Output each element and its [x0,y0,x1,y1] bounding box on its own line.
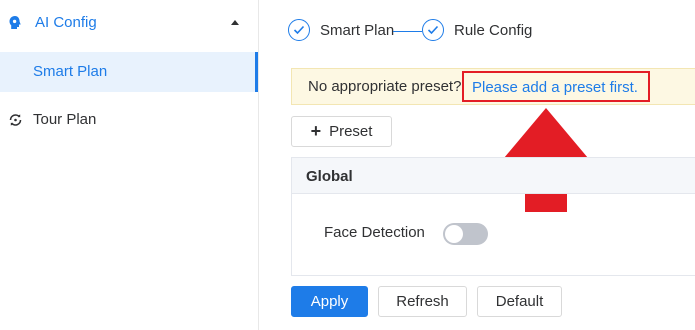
preset-notice: No appropriate preset? Please add a pres… [291,68,695,105]
step-label: Rule Config [454,21,533,39]
sidebar: AI Config Smart Plan Tour Plan [0,0,259,330]
panel-title: Global [306,168,353,185]
global-panel: Global Face Detection [291,157,695,276]
apply-button[interactable]: Apply [291,286,368,317]
step-rule-config[interactable]: Rule Config [422,16,532,44]
ai-head-icon [9,16,21,29]
sidebar-item-tour-plan[interactable]: Tour Plan [0,100,258,140]
check-circle-icon [288,19,310,41]
sidebar-item-label: Tour Plan [33,111,97,128]
add-preset-button[interactable]: + Preset [291,116,392,147]
check-circle-icon [422,19,444,41]
step-label: Smart Plan [320,21,395,39]
notice-message: No appropriate preset? [308,78,462,95]
panel-header: Global [292,158,695,194]
sidebar-item-label: Smart Plan [33,63,108,80]
face-detection-label: Face Detection [324,224,425,241]
refresh-button[interactable]: Refresh [378,286,467,317]
face-detection-toggle[interactable] [443,223,488,245]
toggle-knob [445,225,463,243]
step-connector [393,31,422,32]
add-preset-link[interactable]: Please add a preset first. [462,71,650,102]
default-button[interactable]: Default [477,286,562,317]
active-indicator [255,52,258,92]
chevron-up-icon[interactable] [230,18,240,26]
sidebar-group-ai-config[interactable]: AI Config [0,0,258,46]
preset-button-label: Preset [329,123,373,140]
tour-loop-icon [9,114,22,126]
plus-icon: + [310,121,322,141]
sidebar-item-smart-plan[interactable]: Smart Plan [0,52,258,92]
step-smart-plan[interactable]: Smart Plan [288,16,394,44]
sidebar-group-label: AI Config [35,14,97,31]
